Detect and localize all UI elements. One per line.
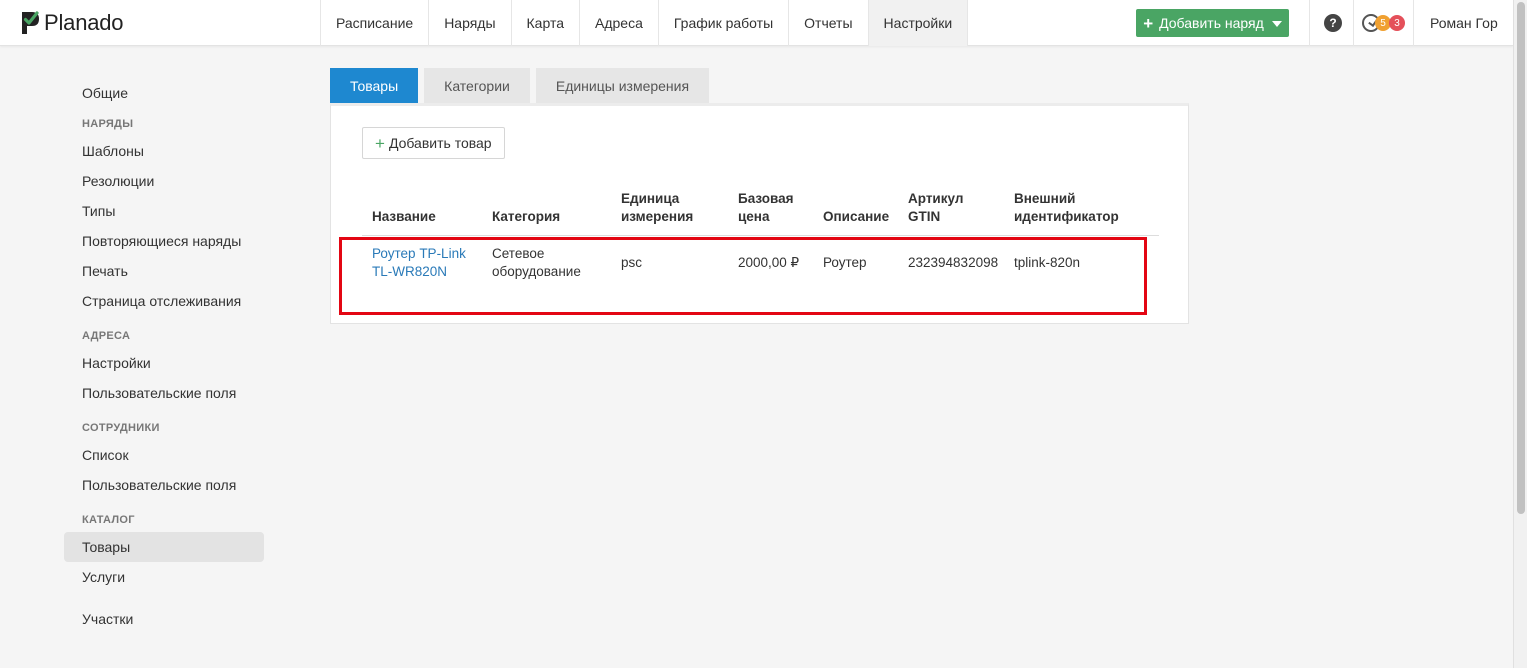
sidebar-section-employees: Сотрудники	[82, 422, 160, 434]
logo[interactable]: Planado	[18, 9, 124, 37]
column-header-external-id-line2: идентификатор	[1014, 209, 1119, 224]
settings-sidebar: Общие Наряды Шаблоны Резолюции Типы Повт…	[64, 78, 264, 634]
column-header-price-line1: Базовая	[738, 191, 794, 206]
notification-badge-red: 3	[1389, 15, 1405, 31]
product-unit: psc	[621, 255, 643, 270]
sidebar-section-catalog: Каталог	[82, 514, 135, 526]
sidebar-item-types[interactable]: Типы	[64, 196, 264, 226]
product-name-line1: Роутер TP-Link	[372, 246, 466, 261]
column-header-category[interactable]: Категория	[492, 208, 560, 226]
tab-units[interactable]: Единицы измерения	[535, 68, 710, 104]
catalog-tabs: Товары Категории Единицы измерения	[330, 68, 710, 104]
caret-down-icon	[1271, 21, 1282, 27]
column-header-gtin[interactable]: Артикул GTIN	[908, 190, 963, 226]
sidebar-section-orders: Наряды	[82, 118, 134, 130]
divider	[1413, 0, 1414, 46]
main-nav: Расписание Наряды Карта Адреса График ра…	[320, 0, 969, 46]
add-product-button[interactable]: + Добавить товар	[362, 127, 505, 159]
sidebar-item-address-settings[interactable]: Настройки	[64, 348, 264, 378]
product-description: Роутер	[823, 255, 867, 270]
notifications-button[interactable]: 5 3	[1362, 13, 1408, 33]
column-header-price[interactable]: Базовая цена	[738, 190, 794, 226]
plus-icon: +	[375, 133, 385, 153]
product-external-id: tplink-820n	[1014, 255, 1081, 270]
divider	[1353, 0, 1354, 46]
products-panel: + Добавить товар Название Категория Един…	[330, 103, 1189, 324]
planado-logo-icon	[22, 11, 39, 34]
sidebar-item-services[interactable]: Услуги	[64, 562, 264, 592]
product-gtin: 232394832098	[908, 255, 999, 270]
product-category: Сетевое оборудование	[492, 245, 581, 281]
sidebar-item-resolutions[interactable]: Резолюции	[64, 166, 264, 196]
column-header-gtin-line1: Артикул	[908, 191, 964, 206]
add-order-button[interactable]: + Добавить наряд	[1136, 9, 1289, 37]
add-product-label: Добавить товар	[388, 135, 492, 151]
sidebar-item-territories[interactable]: Участки	[64, 604, 264, 634]
help-icon[interactable]: ?	[1324, 14, 1342, 32]
plus-icon: +	[1143, 13, 1154, 33]
top-bar: Planado Расписание Наряды Карта Адреса Г…	[0, 0, 1513, 46]
nav-map[interactable]: Карта	[512, 0, 580, 46]
sidebar-item-print[interactable]: Печать	[64, 256, 264, 286]
tab-products[interactable]: Товары	[330, 68, 419, 104]
page-scrollbar[interactable]	[1513, 0, 1527, 668]
sidebar-item-general[interactable]: Общие	[64, 78, 264, 108]
add-order-label: Добавить наряд	[1159, 15, 1264, 31]
scrollbar-thumb[interactable]	[1517, 2, 1525, 514]
nav-reports[interactable]: Отчеты	[789, 0, 869, 46]
column-header-name[interactable]: Название	[372, 208, 436, 226]
product-category-line2: оборудование	[492, 264, 581, 279]
column-header-unit-line2: измерения	[621, 209, 694, 224]
column-header-price-line2: цена	[738, 209, 770, 224]
nav-schedule[interactable]: Расписание	[321, 0, 430, 46]
nav-settings[interactable]: Настройки	[868, 0, 969, 46]
sidebar-item-products[interactable]: Товары	[64, 532, 264, 562]
product-name-line2: TL-WR820N	[372, 264, 448, 279]
tab-categories[interactable]: Категории	[424, 68, 530, 104]
nav-orders[interactable]: Наряды	[429, 0, 512, 46]
nav-addresses[interactable]: Адреса	[580, 0, 659, 46]
column-header-external-id[interactable]: Внешний идентификатор	[1014, 190, 1119, 226]
column-header-unit[interactable]: Единица измерения	[621, 190, 693, 226]
sidebar-item-tracking-page[interactable]: Страница отслеживания	[64, 286, 264, 316]
product-category-line1: Сетевое	[492, 246, 545, 261]
divider	[1309, 0, 1310, 46]
column-header-unit-line1: Единица	[621, 191, 680, 206]
nav-work-schedule[interactable]: График работы	[659, 0, 790, 46]
sidebar-item-employee-custom-fields[interactable]: Пользовательские поля	[64, 470, 264, 500]
sidebar-item-templates[interactable]: Шаблоны	[64, 136, 264, 166]
column-header-external-id-line1: Внешний	[1014, 191, 1076, 206]
column-header-description[interactable]: Описание	[823, 208, 889, 226]
user-menu[interactable]: Роман Гор	[1430, 15, 1498, 31]
sidebar-item-address-custom-fields[interactable]: Пользовательские поля	[64, 378, 264, 408]
logo-text: Planado	[44, 10, 124, 35]
table-header-divider	[362, 235, 1159, 236]
product-name-link[interactable]: Роутер TP-Link TL-WR820N	[372, 245, 466, 281]
product-price: 2000,00 ₽	[738, 255, 800, 270]
column-header-gtin-line2: GTIN	[908, 209, 941, 224]
sidebar-section-addresses: Адреса	[82, 330, 131, 342]
sidebar-item-recurring-orders[interactable]: Повторяющиеся наряды	[64, 226, 264, 256]
sidebar-item-employee-list[interactable]: Список	[64, 440, 264, 470]
